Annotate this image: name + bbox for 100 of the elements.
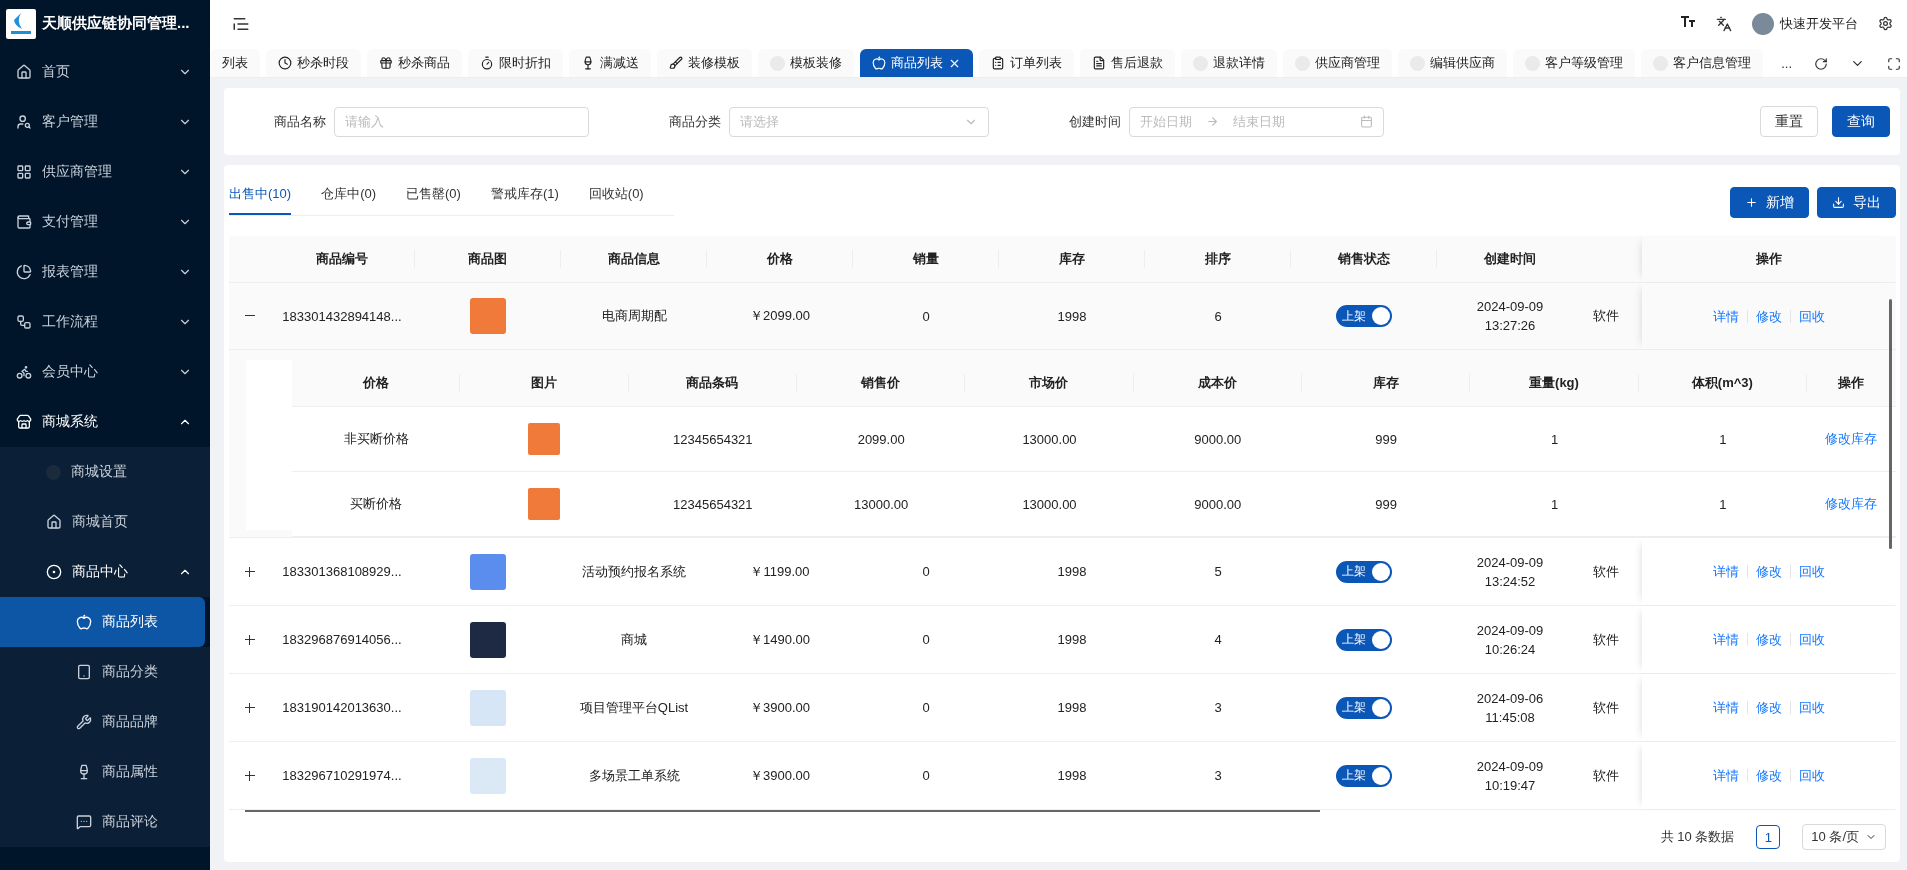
page-button[interactable]: 1 — [1756, 825, 1781, 849]
table-cell-text: 项目管理平台QList — [578, 698, 690, 717]
table-cell: 2024-09-09 — [1476, 299, 1544, 314]
status-switch[interactable]: 上架 — [1336, 560, 1392, 583]
sidebar-item[interactable]: 商品分类 — [0, 647, 210, 697]
tab[interactable]: 限时折扣 — [468, 49, 563, 77]
tab[interactable]: 编辑供应商 — [1398, 49, 1507, 77]
reset-button[interactable]: 重置 — [1760, 106, 1818, 137]
sidebar-item[interactable]: 供应商管理 — [0, 147, 210, 197]
action-link[interactable]: 修改 — [1747, 633, 1790, 646]
sidebar-item[interactable]: 工作流程 — [0, 297, 210, 347]
column-header: 销售状态 — [1291, 250, 1437, 268]
status-tab[interactable]: 仓库中(0) — [321, 179, 376, 215]
column-header: 销售价 — [797, 374, 966, 392]
more-tabs-button[interactable]: ... — [1781, 56, 1792, 71]
table-cell-text: 183301432894148... — [281, 308, 403, 324]
sidebar-item[interactable]: 商品中心 — [0, 547, 210, 597]
column-header: 重量(kg) — [1470, 374, 1639, 392]
table-cell-text: 1 — [1549, 496, 1560, 512]
action-link[interactable]: 详情 — [1705, 769, 1747, 782]
status-switch[interactable]: 上架 — [1336, 628, 1392, 651]
sidebar-item[interactable]: 商城首页 — [0, 497, 210, 547]
settings-icon[interactable] — [1878, 16, 1893, 31]
tab[interactable]: 满减送 — [569, 49, 651, 77]
tab[interactable]: 客户信息管理 — [1641, 49, 1763, 77]
tab[interactable]: 装修模板 — [657, 49, 752, 77]
status-tab[interactable]: 警戒库存(1) — [490, 179, 559, 215]
expand-icon[interactable] — [243, 632, 257, 647]
expand-icon[interactable] — [243, 768, 257, 783]
fullscreen-icon[interactable] — [1887, 56, 1901, 71]
table-cell-text: 1 — [1549, 431, 1560, 447]
table-cell-text: 183190142013630... — [281, 700, 403, 715]
avatar-icon — [1752, 12, 1774, 35]
tab[interactable]: 售后退款 — [1080, 49, 1175, 77]
sidebar-item[interactable]: 商品评论 — [0, 797, 210, 847]
add-button[interactable]: 新增 — [1730, 187, 1809, 218]
action-link[interactable]: 详情 — [1705, 701, 1747, 714]
tab[interactable]: 客户等级管理 — [1513, 49, 1635, 77]
tab[interactable]: 退款详情 — [1181, 49, 1277, 77]
expand-icon[interactable] — [243, 564, 257, 579]
search-button[interactable]: 查询 — [1832, 106, 1890, 137]
tab[interactable]: 供应商管理 — [1283, 49, 1392, 77]
sidebar-item[interactable]: 首页 — [0, 47, 210, 97]
action-link[interactable]: 详情 — [1705, 633, 1747, 646]
sidebar-item[interactable]: 商城设置 — [0, 447, 210, 497]
action-link[interactable]: 回收 — [1790, 769, 1833, 782]
status-tab[interactable]: 出售中(10) — [229, 179, 292, 215]
status-switch[interactable]: 上架 — [1336, 696, 1392, 719]
sidebar-item[interactable]: 商品列表 — [0, 597, 205, 647]
status-tab[interactable]: 已售罄(0) — [406, 179, 461, 215]
action-link[interactable]: 修改 — [1747, 565, 1790, 578]
action-link[interactable]: 回收 — [1790, 565, 1833, 578]
sidebar-item[interactable]: 客户管理 — [0, 97, 210, 147]
table-cell-text: 183296710291974... — [281, 768, 403, 783]
photo-placeholder — [470, 689, 506, 726]
export-button[interactable]: 导出 — [1817, 187, 1896, 218]
vertical-scrollbar[interactable] — [1889, 299, 1892, 549]
tab[interactable]: 列表 — [210, 49, 260, 77]
expand-icon[interactable] — [243, 700, 257, 715]
tab-icon — [1092, 56, 1106, 70]
sidebar-item[interactable]: 支付管理 — [0, 197, 210, 247]
translate-icon[interactable] — [1716, 15, 1732, 32]
status-switch[interactable]: 上架 — [1336, 305, 1392, 327]
status-switch[interactable]: 上架 — [1336, 764, 1392, 787]
table-cell-text: 183296876914056... — [281, 632, 403, 647]
sidebar-item[interactable]: 报表管理 — [0, 247, 210, 297]
table-cell: 软件 — [1593, 308, 1619, 323]
sidebar-item[interactable]: 商品属性 — [0, 747, 210, 797]
table-cell-text: 6 — [1213, 308, 1223, 324]
action-link[interactable]: 详情 — [1705, 565, 1747, 578]
tab[interactable]: 订单列表 — [979, 49, 1074, 77]
action-link[interactable]: 回收 — [1790, 633, 1833, 646]
table-cell: 10:19:47 — [1484, 777, 1536, 793]
user-menu[interactable]: 快速开发平台 — [1752, 12, 1858, 35]
action-link[interactable]: 修改 — [1747, 309, 1790, 323]
tab[interactable]: 秒杀时段 — [266, 49, 361, 77]
action-link[interactable]: 回收 — [1790, 309, 1833, 323]
sidebar-item[interactable]: 商城系统 — [0, 397, 210, 447]
input-field[interactable]: 请输入 — [334, 106, 589, 137]
edit-stock-link[interactable]: 修改库存 — [1807, 495, 1896, 513]
sidebar-item[interactable]: 商品品牌 — [0, 697, 210, 747]
action-link[interactable]: 详情 — [1705, 309, 1747, 323]
page-size-select[interactable]: 10 条/页 — [1802, 824, 1886, 850]
refresh-icon[interactable] — [1814, 56, 1828, 71]
tab[interactable]: 秒杀商品 — [367, 49, 462, 77]
tab[interactable]: 模板装修 — [758, 49, 854, 77]
status-tab[interactable]: 回收站(0) — [588, 179, 644, 215]
horizontal-scrollbar[interactable] — [245, 810, 1320, 812]
app-title: 天顺供应链协同管理... — [42, 14, 190, 33]
sidebar-item[interactable]: 会员中心 — [0, 347, 210, 397]
edit-stock-link[interactable]: 修改库存 — [1807, 430, 1896, 448]
tab-icon — [581, 56, 595, 70]
action-link[interactable]: 回收 — [1790, 701, 1833, 714]
action-link[interactable]: 修改 — [1747, 701, 1790, 714]
table-cell-text: ￥3900.00 — [749, 698, 811, 717]
action-link[interactable]: 修改 — [1747, 769, 1790, 782]
photo-placeholder — [528, 488, 561, 520]
field-label: 创建时间 — [1069, 112, 1121, 131]
tab[interactable]: 商品列表 — [860, 49, 973, 77]
column-header: 价格 — [707, 250, 853, 268]
